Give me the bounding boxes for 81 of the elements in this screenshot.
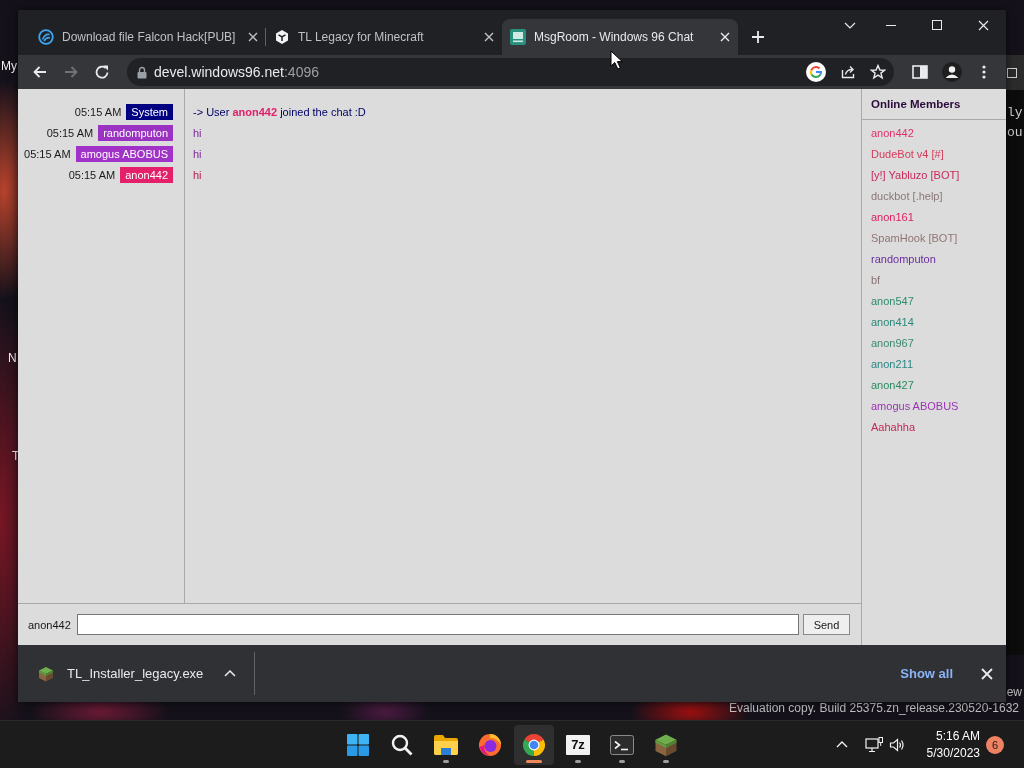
member-name: anon414: [871, 315, 914, 328]
swirl-logo-icon: [38, 29, 54, 45]
address-bar[interactable]: devel.windows96.net:4096: [127, 58, 894, 86]
g-logo-icon[interactable]: [806, 62, 826, 82]
member-name: anon967: [871, 336, 914, 349]
member-name: SpamHook [BOT]: [871, 231, 958, 244]
reload-icon[interactable]: [94, 64, 110, 80]
plus-icon[interactable]: [751, 30, 765, 44]
browser-tab[interactable]: Download file Falcon Hack[PUB]: [30, 19, 266, 55]
close-icon[interactable]: [248, 32, 258, 42]
desktop-icon-label[interactable]: N: [8, 351, 17, 365]
four-squares-logo-icon[interactable]: [347, 733, 369, 756]
cube-logo-icon: [274, 29, 290, 45]
maximize-icon[interactable]: [932, 20, 942, 30]
message-text: hi: [193, 126, 202, 139]
chat-window-icon: [510, 29, 526, 45]
members-heading: Online Members: [871, 98, 961, 110]
message-text: hi: [193, 147, 202, 160]
share-icon[interactable]: [840, 64, 856, 80]
member-name: anon442: [871, 126, 914, 139]
folder-icon[interactable]: [434, 734, 458, 755]
message-time: 05:15 AM: [74, 105, 122, 118]
url-text[interactable]: devel.windows96.net:4096: [154, 64, 320, 80]
show-all-button[interactable]: Show all: [900, 666, 953, 681]
edition-text: ew: [1006, 685, 1022, 699]
member-name: bf: [871, 273, 881, 286]
message-time: 05:15 AM: [46, 126, 94, 139]
build-info-text: Evaluation copy. Build 25375.zn_release.230520-1632: [729, 701, 1019, 715]
download-file-name[interactable]: TL_Installer_legacy.exe: [67, 666, 204, 681]
clock-time[interactable]: 5:16 AM: [935, 727, 980, 745]
user-badge: anon442: [120, 166, 173, 183]
fox-globe-icon[interactable]: [478, 732, 502, 757]
clock-date[interactable]: 5/30/2023: [926, 744, 980, 762]
member-name: [y!] Yabluzo [BOT]: [871, 168, 960, 181]
lock-icon: [137, 65, 147, 79]
network-icon[interactable]: [864, 736, 883, 753]
speaker-icon[interactable]: [888, 736, 905, 753]
taskbar-button[interactable]: [514, 724, 554, 765]
tricolor-circle-icon[interactable]: [522, 732, 546, 757]
member-name: DudeBot v4 [#]: [871, 147, 944, 160]
browser-tab[interactable]: MsgRoom - Windows 96 Chat: [502, 19, 738, 55]
maximize-icon[interactable]: [1007, 67, 1017, 78]
caret-up-icon[interactable]: [224, 670, 236, 677]
archive-app-icon[interactable]: 7z: [566, 734, 590, 755]
user-badge: amogus ABOBUS: [75, 145, 173, 162]
minimize-icon[interactable]: [886, 24, 896, 26]
desktop-icon-label[interactable]: My: [1, 59, 17, 73]
search-icon[interactable]: [391, 733, 413, 756]
message-input[interactable]: [76, 614, 799, 635]
member-name: anon547: [871, 294, 914, 307]
browser-tab[interactable]: TL Legacy for Minecraft: [266, 19, 502, 55]
member-name: duckbot [.help]: [871, 189, 943, 202]
member-name: anon427: [871, 378, 914, 391]
member-name: amogus ABOBUS: [871, 399, 959, 412]
nickname-label: anon442: [28, 618, 71, 631]
mouse-pointer-icon: [610, 50, 623, 70]
grass-block-icon: [38, 665, 54, 682]
member-name: anon161: [871, 210, 914, 223]
message-time: 05:15 AM: [24, 147, 71, 160]
chevron-up-icon[interactable]: [835, 741, 848, 748]
notification-badge[interactable]: 6: [986, 735, 1004, 754]
profile-icon[interactable]: [942, 62, 962, 82]
chevron-down-icon[interactable]: [844, 21, 856, 29]
message-time: 05:15 AM: [68, 168, 116, 181]
send-button[interactable]: Send: [803, 614, 850, 635]
back-arrow-icon[interactable]: [32, 64, 48, 80]
grass-block-icon[interactable]: [654, 732, 678, 757]
menu-icon[interactable]: [982, 64, 986, 80]
star-icon[interactable]: [870, 64, 886, 80]
close-icon[interactable]: [484, 32, 494, 42]
member-name: Aahahha: [871, 420, 916, 433]
member-name: anon211: [871, 357, 913, 370]
message-text: -> User anon442 joined the chat :D: [193, 105, 366, 118]
terminal-text: ly: [1006, 104, 1023, 122]
sidebar-icon[interactable]: [912, 64, 928, 80]
member-name: randomputon: [871, 252, 936, 265]
terminal-text: ou: [1006, 124, 1023, 142]
terminal-icon[interactable]: [610, 734, 634, 755]
user-badge: randomputon: [98, 124, 173, 141]
user-badge: System: [126, 103, 173, 120]
message-text: hi: [193, 168, 202, 181]
